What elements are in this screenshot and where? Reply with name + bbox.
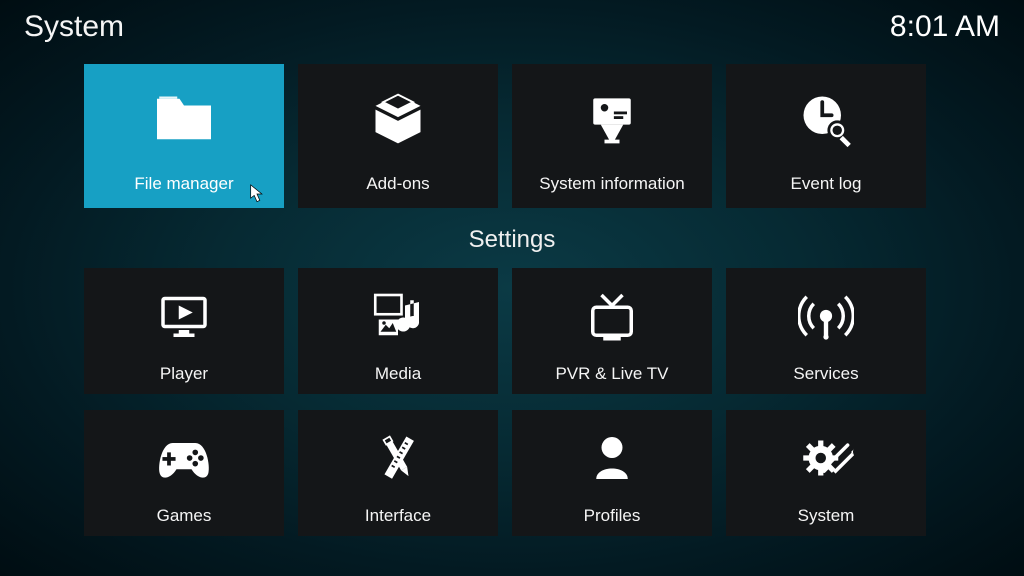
pencil-ruler-icon: [298, 410, 498, 506]
tile-add-ons[interactable]: Add-ons: [298, 64, 498, 208]
tile-system-information[interactable]: System information: [512, 64, 712, 208]
tile-label: Event log: [791, 174, 862, 194]
tile-label: Add-ons: [366, 174, 429, 194]
tile-file-manager[interactable]: File manager: [84, 64, 284, 208]
tile-label: Player: [160, 364, 208, 384]
tile-label: System information: [539, 174, 685, 194]
monitor-play-icon: [84, 268, 284, 364]
broadcast-icon: [726, 268, 926, 364]
tile-media[interactable]: Media: [298, 268, 498, 394]
tile-event-log[interactable]: Event log: [726, 64, 926, 208]
tile-label: Profiles: [584, 506, 641, 526]
tile-services[interactable]: Services: [726, 268, 926, 394]
settings-heading: Settings: [0, 226, 1024, 254]
gamepad-icon: [84, 410, 284, 506]
page-title: System: [24, 10, 124, 44]
tile-label: System: [798, 506, 855, 526]
box-icon: [298, 64, 498, 174]
tile-player[interactable]: Player: [84, 268, 284, 394]
tile-pvr-live-tv[interactable]: PVR & Live TV: [512, 268, 712, 394]
tile-profiles[interactable]: Profiles: [512, 410, 712, 536]
media-library-icon: [298, 268, 498, 364]
tile-interface[interactable]: Interface: [298, 410, 498, 536]
tv-icon: [512, 268, 712, 364]
tile-label: PVR & Live TV: [555, 364, 668, 384]
person-icon: [512, 410, 712, 506]
tile-label: File manager: [134, 174, 233, 194]
tile-label: Services: [793, 364, 858, 384]
tile-system[interactable]: System: [726, 410, 926, 536]
gear-tools-icon: [726, 410, 926, 506]
projector-icon: [512, 64, 712, 174]
folder-icon: [84, 64, 284, 174]
tile-label: Media: [375, 364, 421, 384]
tile-label: Interface: [365, 506, 431, 526]
tile-games[interactable]: Games: [84, 410, 284, 536]
tile-label: Games: [157, 506, 212, 526]
clock-search-icon: [726, 64, 926, 174]
clock: 8:01 AM: [890, 10, 1000, 44]
